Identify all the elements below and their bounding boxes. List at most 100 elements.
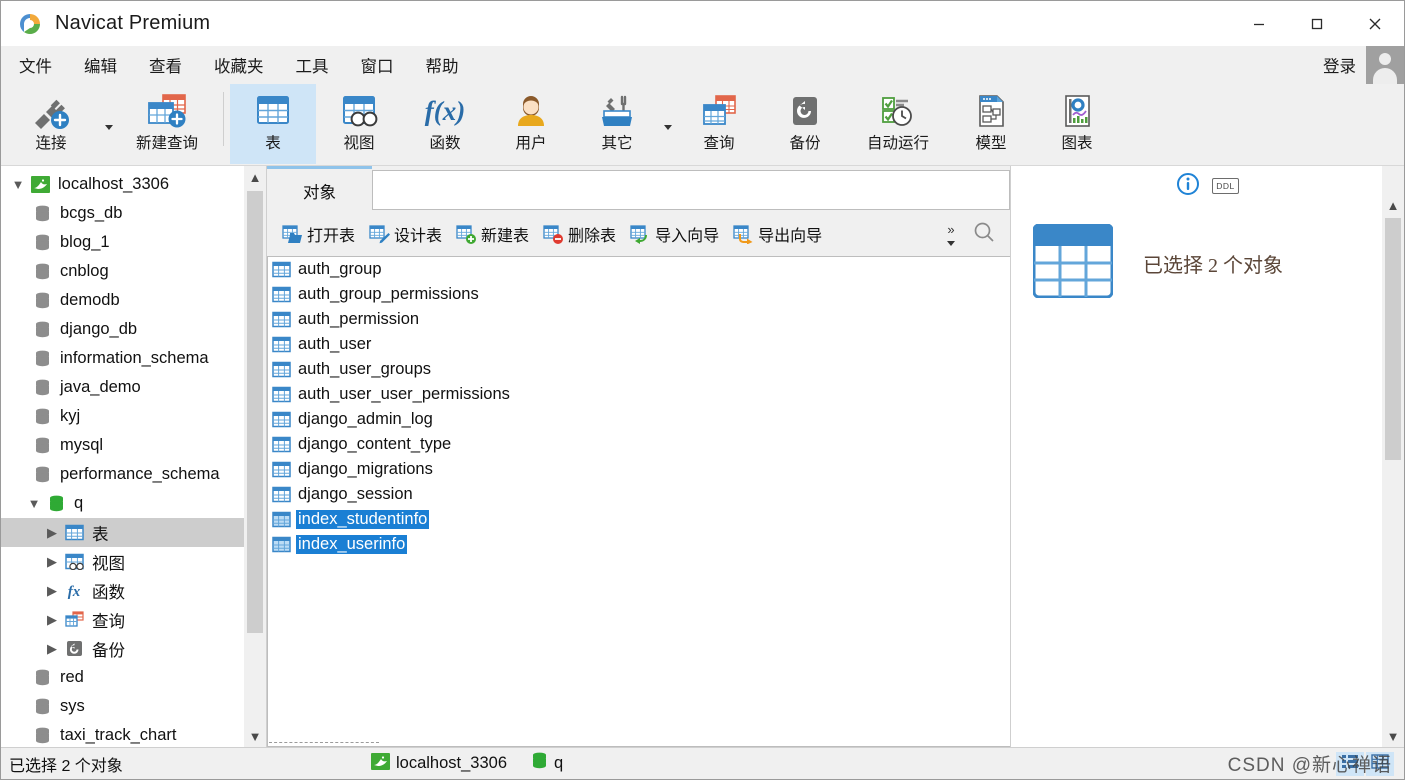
scroll-down-icon[interactable]: ▼ xyxy=(244,725,266,747)
menu-edit[interactable]: 编辑 xyxy=(70,50,131,80)
tree-db-performance_schema[interactable]: performance_schema xyxy=(1,460,266,489)
tree-node-backups[interactable]: ▶ 备份 xyxy=(1,634,266,663)
scroll-up-icon[interactable]: ▲ xyxy=(244,166,266,188)
scroll-up-icon[interactable]: ▲ xyxy=(1382,194,1404,216)
design-table-button[interactable]: 设计表 xyxy=(362,217,449,251)
open-table-button[interactable]: 打开表 xyxy=(275,217,362,251)
tree-db-red[interactable]: red xyxy=(1,663,266,692)
toolbar-other[interactable]: 其它 xyxy=(574,84,660,164)
list-item[interactable]: auth_permission xyxy=(268,307,1010,332)
menu-window[interactable]: 窗口 xyxy=(347,50,408,80)
toolbar-connection[interactable]: 连接 xyxy=(1,84,101,164)
menu-view[interactable]: 查看 xyxy=(135,50,196,80)
tree-db-django_db[interactable]: django_db xyxy=(1,315,266,344)
table-icon xyxy=(272,535,293,554)
list-item[interactable]: auth_group_permissions xyxy=(268,282,1010,307)
tree-db-label: demodb xyxy=(60,291,120,309)
tree-db-taxi_track_chart[interactable]: taxi_track_chart xyxy=(1,721,266,747)
tree-db-information_schema[interactable]: information_schema xyxy=(1,344,266,373)
tree-db-q[interactable]: ▼ q xyxy=(1,489,266,518)
detail-view-button[interactable] xyxy=(1366,751,1394,776)
tree-db-java_demo[interactable]: java_demo xyxy=(1,373,266,402)
backup-icon xyxy=(783,90,827,134)
list-item[interactable]: django_migrations xyxy=(268,457,1010,482)
list-item[interactable]: auth_user xyxy=(268,332,1010,357)
tree-db-blog_1[interactable]: blog_1 xyxy=(1,228,266,257)
tree-db-mysql[interactable]: mysql xyxy=(1,431,266,460)
tree-db-kyj[interactable]: kyj xyxy=(1,402,266,431)
tab-objects[interactable]: 对象 xyxy=(267,166,372,212)
tree-node-queries[interactable]: ▶ 查询 xyxy=(1,605,266,634)
tree-node-functions[interactable]: ▶ fx 函数 xyxy=(1,576,266,605)
info-scrollbar-thumb[interactable] xyxy=(1385,218,1401,460)
export-wizard-button[interactable]: 导出向导 xyxy=(726,217,829,251)
list-view-icon xyxy=(1341,753,1359,774)
tree-connection-localhost[interactable]: ▼ localhost_3306 xyxy=(1,170,266,199)
menu-file[interactable]: 文件 xyxy=(5,50,66,80)
scroll-down-icon[interactable]: ▼ xyxy=(1382,725,1404,747)
tree-db-demodb[interactable]: demodb xyxy=(1,286,266,315)
list-view-button[interactable] xyxy=(1336,751,1364,776)
toolbar-overflow-button[interactable]: » xyxy=(938,214,964,254)
toolbar-chart[interactable]: 图表 xyxy=(1034,84,1120,164)
toolbar-table[interactable]: 表 xyxy=(230,84,316,164)
minimize-button[interactable] xyxy=(1230,1,1288,46)
toolbar-model[interactable]: 模型 xyxy=(948,84,1034,164)
menu-tools[interactable]: 工具 xyxy=(282,50,343,80)
toolbar-new-query[interactable]: 新建查询 xyxy=(117,84,217,164)
toolbar-automation[interactable]: 自动运行 xyxy=(848,84,948,164)
toolbar-backup[interactable]: 备份 xyxy=(762,84,848,164)
delete-table-button[interactable]: 删除表 xyxy=(536,217,623,251)
list-item[interactable]: auth_user_groups xyxy=(268,357,1010,382)
tree-node-views[interactable]: ▶ 视图 xyxy=(1,547,266,576)
info-panel-scrollbar[interactable]: ▲ ▼ xyxy=(1382,166,1404,747)
status-database[interactable]: q xyxy=(531,752,563,775)
database-icon xyxy=(31,697,53,717)
maximize-button[interactable] xyxy=(1288,1,1346,46)
list-item[interactable]: django_content_type xyxy=(268,432,1010,457)
status-connection[interactable]: localhost_3306 xyxy=(371,752,507,775)
toolbar-function[interactable]: f(x) 函数 xyxy=(402,84,488,164)
tree-db-cnblog[interactable]: cnblog xyxy=(1,257,266,286)
new-table-button[interactable]: 新建表 xyxy=(449,217,536,251)
menu-help[interactable]: 帮助 xyxy=(412,50,473,80)
toolbar-query[interactable]: 查询 xyxy=(676,84,762,164)
chevron-right-icon[interactable]: ▶ xyxy=(41,613,63,626)
close-button[interactable] xyxy=(1346,1,1404,46)
list-item[interactable]: auth_user_user_permissions xyxy=(268,382,1010,407)
chevron-right-icon[interactable]: ▶ xyxy=(41,555,63,568)
ddl-button[interactable]: DDL xyxy=(1212,178,1239,194)
import-wizard-button[interactable]: 导入向导 xyxy=(623,217,726,251)
login-button[interactable]: 登录 xyxy=(1313,53,1366,77)
sidebar-scrollbar[interactable]: ▲ ▼ xyxy=(244,166,266,747)
menu-favorites[interactable]: 收藏夹 xyxy=(200,50,278,80)
toolbar-user[interactable]: 用户 xyxy=(488,84,574,164)
tree-node-tables[interactable]: ▶ 表 xyxy=(1,518,266,547)
chevron-right-icon[interactable]: ▶ xyxy=(41,526,63,539)
chevron-right-icon[interactable]: ▶ xyxy=(41,584,63,597)
chevron-down-icon[interactable]: ▼ xyxy=(23,497,45,510)
list-item[interactable]: django_session xyxy=(268,482,1010,507)
toolbar-view-label: 视图 xyxy=(343,135,375,152)
list-item[interactable]: auth_group xyxy=(268,257,1010,282)
query-icon xyxy=(63,610,85,630)
tree-db-bcgs_db[interactable]: bcgs_db xyxy=(1,199,266,228)
list-item[interactable]: index_studentinfo xyxy=(268,507,1010,532)
info-circle-icon[interactable] xyxy=(1176,172,1200,201)
database-icon xyxy=(31,726,53,746)
table-list[interactable]: auth_group auth_group_permissions auth_p… xyxy=(267,256,1010,747)
sidebar-scrollbar-thumb[interactable] xyxy=(247,191,263,633)
list-item[interactable]: index_userinfo xyxy=(268,532,1010,557)
avatar[interactable] xyxy=(1366,46,1404,84)
connection-dropdown-caret[interactable] xyxy=(101,84,117,164)
chevron-right-icon[interactable]: ▶ xyxy=(41,642,63,655)
list-item[interactable]: django_admin_log xyxy=(268,407,1010,432)
search-button[interactable] xyxy=(964,214,1004,254)
toolbar-view[interactable]: 视图 xyxy=(316,84,402,164)
other-dropdown-caret[interactable] xyxy=(660,84,676,164)
chevron-down-icon[interactable]: ▼ xyxy=(7,178,29,191)
info-panel-body: 已选择 2 个对象 xyxy=(1011,206,1404,303)
tree-db-sys[interactable]: sys xyxy=(1,692,266,721)
tree-db-label: sys xyxy=(60,697,85,715)
object-toolbar: 打开表 设计表 新建表 删除表 导入向导 导出向导 » xyxy=(267,212,1010,256)
